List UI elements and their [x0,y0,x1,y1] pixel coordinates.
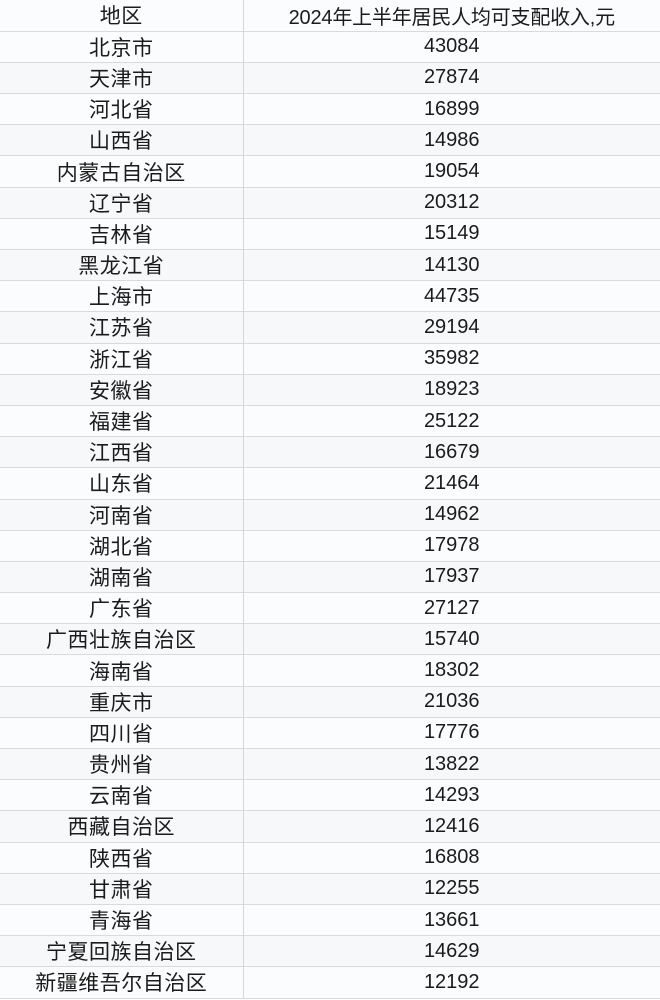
cell-region: 吉林省 [0,218,244,251]
cell-income-value: 21464 [243,467,660,500]
cell-income-value: 17937 [243,561,660,594]
table-row: 吉林省 15149 [0,218,660,251]
table-row: 上海市 44735 [0,280,660,313]
cell-region: 云南省 [0,779,244,812]
table-row: 贵州省 13822 [0,748,660,781]
cell-region: 山西省 [0,124,244,157]
table-row: 广东省 27127 [0,592,660,625]
cell-income-value: 21036 [243,686,660,718]
table-row: 宁夏回族自治区 14629 [0,935,660,968]
cell-region: 辽宁省 [0,187,244,219]
cell-region: 广东省 [0,592,244,625]
cell-region: 湖北省 [0,530,244,562]
cell-region: 河南省 [0,499,244,531]
cell-income-value: 27127 [243,592,660,625]
table-row: 河南省 14962 [0,499,660,531]
cell-income-value: 16679 [243,436,660,469]
table-row: 安徽省 18923 [0,374,660,406]
cell-region: 湖南省 [0,561,244,594]
column-header-region: 地区 [0,0,244,32]
cell-region: 天津市 [0,62,244,95]
cell-income-value: 43084 [243,31,660,63]
cell-income-value: 19054 [243,155,660,188]
cell-region: 浙江省 [0,343,244,375]
table-row: 辽宁省 20312 [0,187,660,219]
table-row: 河北省 16899 [0,93,660,126]
cell-region: 上海市 [0,280,244,313]
cell-region: 重庆市 [0,686,244,718]
income-table: 地区 2024年上半年居民人均可支配收入,元 北京市 43084 天津市 27874 河… [0,0,660,999]
cell-income-value: 14986 [243,124,660,157]
cell-region: 北京市 [0,31,244,63]
cell-income-value: 27874 [243,62,660,95]
table-row: 广西壮族自治区 15740 [0,623,660,656]
table-row: 云南省 14293 [0,779,660,812]
table-row: 江苏省 29194 [0,311,660,344]
cell-region: 海南省 [0,654,244,687]
table-row: 福建省 25122 [0,405,660,438]
table-row: 新疆维吾尔自治区 12192 [0,966,660,999]
cell-income-value: 14962 [243,499,660,531]
table-row: 湖北省 17978 [0,530,660,562]
cell-income-value: 35982 [243,343,660,375]
table-row: 湖南省 17937 [0,561,660,594]
table-header-row: 地区 2024年上半年居民人均可支配收入,元 [0,0,660,32]
table-row: 天津市 27874 [0,62,660,95]
cell-income-value: 15149 [243,218,660,251]
cell-region: 西藏自治区 [0,810,244,843]
cell-region: 江西省 [0,436,244,469]
table-row: 四川省 17776 [0,717,660,750]
table-row: 青海省 13661 [0,904,660,937]
cell-region: 河北省 [0,93,244,126]
cell-region: 黑龙江省 [0,249,244,282]
cell-income-value: 25122 [243,405,660,438]
cell-region: 青海省 [0,904,244,937]
cell-region: 广西壮族自治区 [0,623,244,656]
cell-income-value: 18923 [243,374,660,406]
column-header-income: 2024年上半年居民人均可支配收入,元 [243,0,660,32]
table-body: 北京市 43084 天津市 27874 河北省 16899 山西省 14986 内蒙古自治区 19… [0,31,660,999]
cell-region: 宁夏回族自治区 [0,935,244,968]
table-row: 重庆市 21036 [0,686,660,718]
cell-income-value: 12416 [243,810,660,843]
table-row: 北京市 43084 [0,31,660,63]
table-row: 山西省 14986 [0,124,660,157]
cell-income-value: 12255 [243,873,660,905]
cell-income-value: 14293 [243,779,660,812]
table-row: 陕西省 16808 [0,842,660,874]
cell-region: 江苏省 [0,311,244,344]
cell-region: 陕西省 [0,842,244,874]
table-row: 江西省 16679 [0,436,660,469]
cell-region: 甘肃省 [0,873,244,905]
cell-income-value: 15740 [243,623,660,656]
cell-income-value: 29194 [243,311,660,344]
cell-income-value: 17776 [243,717,660,750]
cell-income-value: 12192 [243,966,660,999]
table-row: 黑龙江省 14130 [0,249,660,282]
cell-region: 内蒙古自治区 [0,155,244,188]
table-row: 山东省 21464 [0,467,660,500]
cell-income-value: 44735 [243,280,660,313]
cell-income-value: 17978 [243,530,660,562]
table-row: 西藏自治区 12416 [0,810,660,843]
table-row: 内蒙古自治区 19054 [0,155,660,188]
cell-income-value: 14130 [243,249,660,282]
cell-region: 新疆维吾尔自治区 [0,966,244,999]
cell-region: 福建省 [0,405,244,438]
cell-income-value: 18302 [243,654,660,687]
table-row: 海南省 18302 [0,654,660,687]
cell-income-value: 16808 [243,842,660,874]
cell-region: 安徽省 [0,374,244,406]
table-row: 浙江省 35982 [0,343,660,375]
table-header: 地区 2024年上半年居民人均可支配收入,元 [0,0,660,32]
cell-income-value: 16899 [243,93,660,126]
cell-region: 贵州省 [0,748,244,781]
cell-income-value: 20312 [243,187,660,219]
table-row: 甘肃省 12255 [0,873,660,905]
cell-region: 山东省 [0,467,244,500]
cell-income-value: 13822 [243,748,660,781]
cell-income-value: 13661 [243,904,660,937]
cell-region: 四川省 [0,717,244,750]
cell-income-value: 14629 [243,935,660,968]
